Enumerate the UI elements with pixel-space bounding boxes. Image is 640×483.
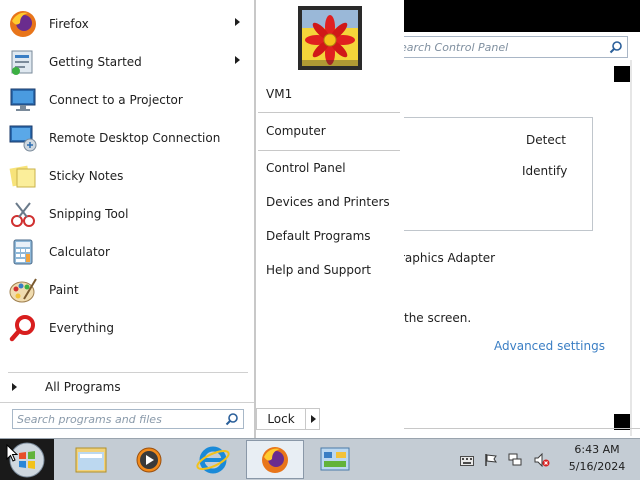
screen-description-text: the screen. <box>404 311 472 325</box>
search-icon[interactable] <box>609 40 623 62</box>
taskbar-clock[interactable]: 6:43 AM 5/16/2024 <box>562 441 632 475</box>
everything-icon <box>8 313 38 343</box>
flag-icon[interactable] <box>484 453 498 470</box>
volume-muted-icon[interactable] <box>534 452 550 470</box>
computer-link[interactable]: Computer <box>266 124 326 138</box>
program-snipping-tool[interactable]: Snipping Tool <box>8 196 248 232</box>
program-label: Getting Started <box>49 55 142 69</box>
places-separator <box>258 150 400 151</box>
start-search-input[interactable] <box>13 410 217 428</box>
program-sticky-notes[interactable]: Sticky Notes <box>8 158 248 194</box>
search-separator <box>0 402 254 403</box>
start-search-box[interactable] <box>12 409 244 429</box>
snipping-tool-icon <box>8 199 38 229</box>
calculator-icon <box>8 237 38 267</box>
program-label: Paint <box>49 283 79 297</box>
scroll-up-button[interactable] <box>614 66 630 82</box>
programs-separator <box>8 372 248 373</box>
control-panel-search-text: earch Control Panel <box>400 41 509 54</box>
taskbar-control-panel-button[interactable] <box>306 440 364 479</box>
submenu-arrow-icon <box>235 56 240 64</box>
lock-button[interactable]: Lock <box>256 408 306 430</box>
program-label: Everything <box>49 321 114 335</box>
submenu-arrow-icon <box>235 18 240 26</box>
taskbar-internet-explorer-button[interactable] <box>184 440 242 479</box>
all-programs-button[interactable]: All Programs <box>8 376 248 398</box>
start-menu-programs-pane: Firefox Getting Started Connect to a Pro… <box>0 0 254 438</box>
program-getting-started[interactable]: Getting Started <box>8 44 248 80</box>
projector-icon <box>8 85 38 115</box>
clock-date: 5/16/2024 <box>568 460 626 473</box>
taskbar-firefox-button[interactable] <box>246 440 304 479</box>
taskbar-media-player-button[interactable] <box>120 440 178 479</box>
identify-button[interactable]: Identify <box>522 164 567 178</box>
search-icon[interactable] <box>225 412 239 429</box>
network-icon[interactable] <box>508 453 522 470</box>
all-programs-label: All Programs <box>45 380 121 394</box>
detect-button[interactable]: Detect <box>526 133 566 147</box>
getting-started-icon <box>8 47 38 77</box>
program-connect-projector[interactable]: Connect to a Projector <box>8 82 248 118</box>
program-label: Calculator <box>49 245 110 259</box>
program-label: Sticky Notes <box>49 169 124 183</box>
remote-desktop-icon <box>8 123 38 153</box>
user-picture[interactable] <box>298 6 362 70</box>
clock-time: 6:43 AM <box>574 443 620 456</box>
all-programs-arrow-icon <box>12 383 17 391</box>
control-panel-window: earch Control Panel Detect Identify raph… <box>398 0 640 436</box>
power-options-button[interactable] <box>305 408 320 430</box>
program-label: Snipping Tool <box>49 207 129 221</box>
mouse-cursor-icon <box>6 443 19 465</box>
advanced-settings-link[interactable]: Advanced settings <box>494 339 605 353</box>
control-panel-titlebar[interactable] <box>398 0 640 32</box>
default-programs-link[interactable]: Default Programs <box>266 229 371 243</box>
scrollbar-track[interactable] <box>630 60 632 436</box>
program-calculator[interactable]: Calculator <box>8 234 248 270</box>
taskbar-explorer-button[interactable] <box>62 440 120 479</box>
program-firefox[interactable]: Firefox <box>8 6 248 42</box>
program-paint[interactable]: Paint <box>8 272 248 308</box>
control-panel-link[interactable]: Control Panel <box>266 161 346 175</box>
help-support-link[interactable]: Help and Support <box>266 263 371 277</box>
keyboard-icon[interactable] <box>460 455 474 469</box>
paint-icon <box>8 275 38 305</box>
graphics-adapter-text: raphics Adapter <box>400 251 496 265</box>
program-remote-desktop[interactable]: Remote Desktop Connection <box>8 120 248 156</box>
control-panel-bottom-divider <box>398 428 640 429</box>
taskbar: 6:43 AM 5/16/2024 <box>0 438 640 480</box>
program-everything[interactable]: Everything <box>8 310 248 346</box>
firefox-icon <box>247 447 303 481</box>
start-menu: Firefox Getting Started Connect to a Pro… <box>0 0 404 438</box>
program-label: Firefox <box>49 17 89 31</box>
control-panel-search-input[interactable]: earch Control Panel <box>398 36 628 58</box>
user-name-link[interactable]: VM1 <box>266 87 292 101</box>
devices-printers-link[interactable]: Devices and Printers <box>266 195 390 209</box>
chevron-right-icon <box>311 415 316 423</box>
program-label: Remote Desktop Connection <box>49 131 221 145</box>
program-label: Connect to a Projector <box>49 93 183 107</box>
sticky-notes-icon <box>8 161 38 191</box>
places-separator <box>258 112 400 113</box>
firefox-icon <box>8 9 38 39</box>
